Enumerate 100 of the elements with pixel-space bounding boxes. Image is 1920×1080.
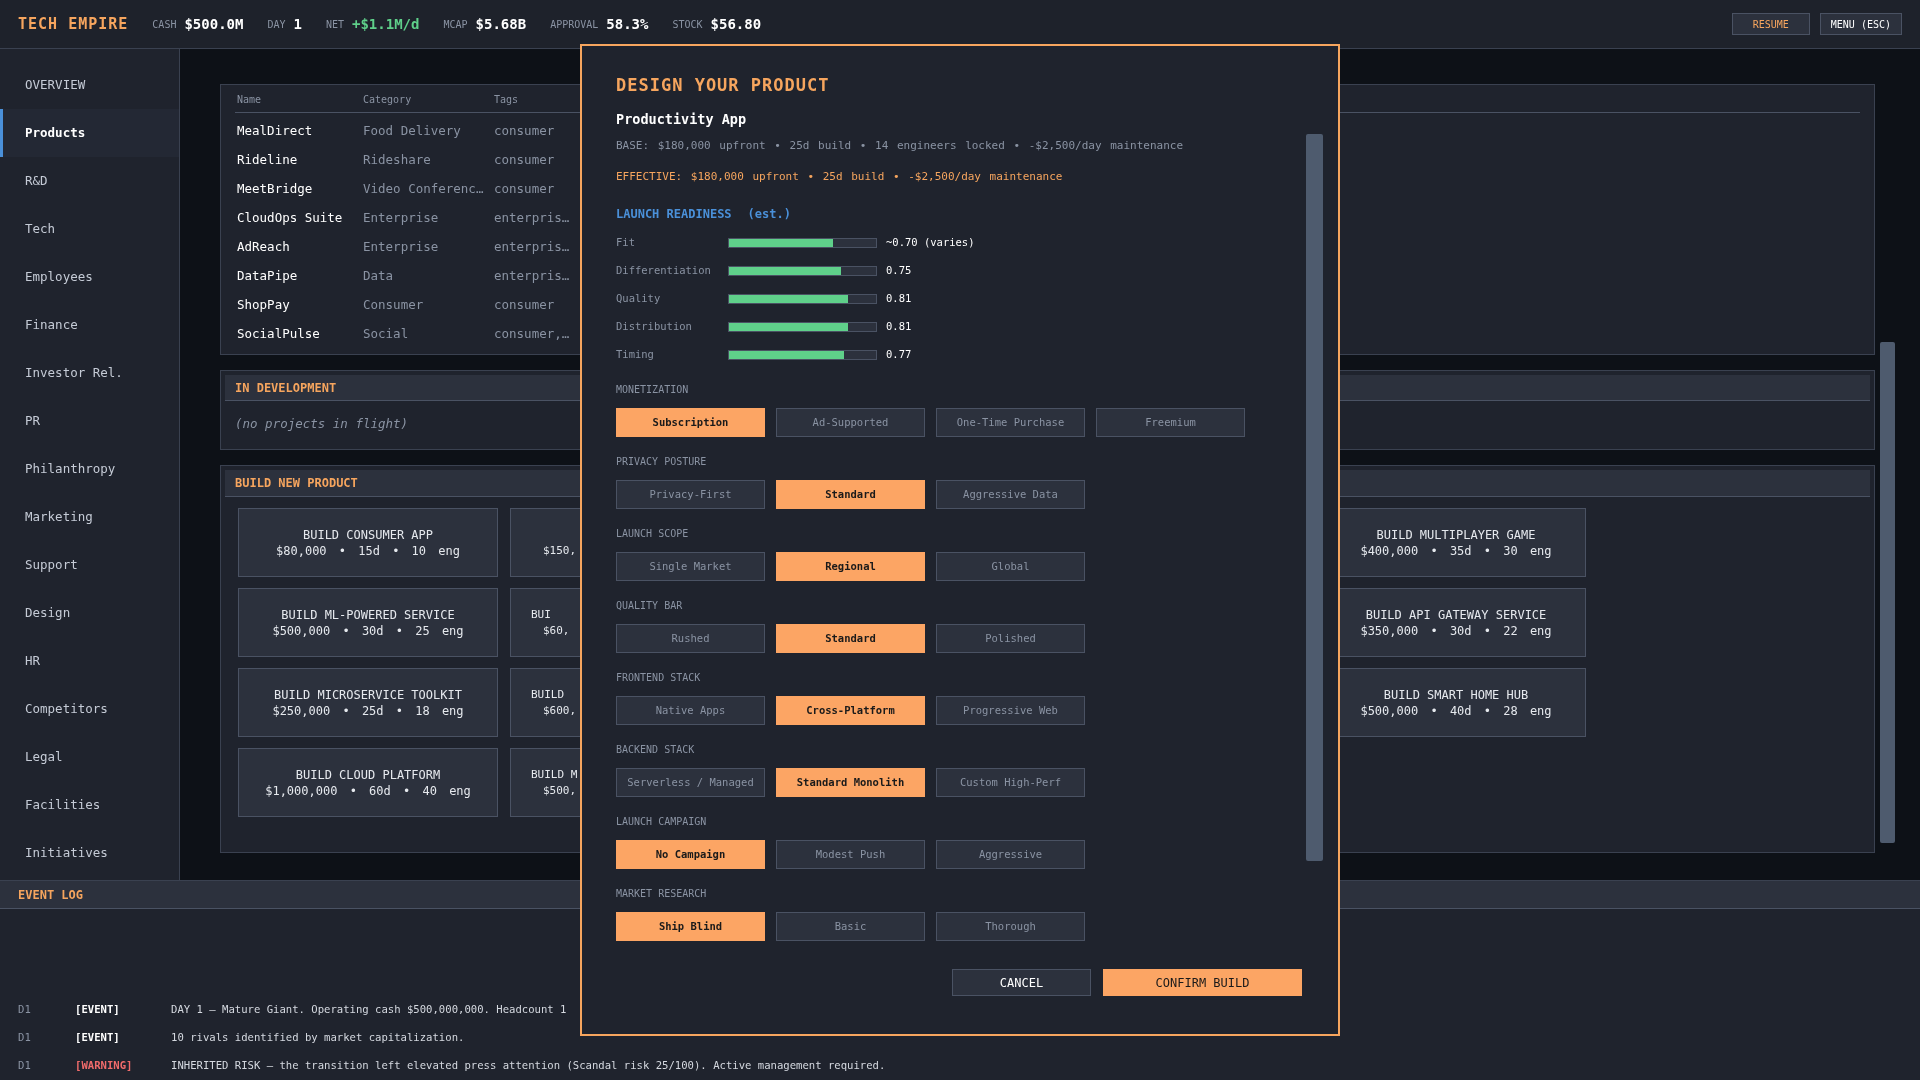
stat-value: +$1.1M/d — [352, 14, 420, 34]
metric-reading: ~0.70 (varies) — [886, 235, 975, 251]
dialog-title: DESIGN YOUR PRODUCT — [616, 74, 831, 97]
table-cell-text: Video Conferenc… — [363, 180, 485, 199]
stat-value: $500.0M — [184, 14, 244, 34]
option-button[interactable]: Single Market — [616, 552, 765, 582]
table-cell-text: Social — [363, 325, 410, 344]
stat-label: DAY — [267, 17, 286, 32]
stat-label: STOCK — [672, 17, 703, 32]
sidebar-item[interactable]: Marketing — [0, 493, 179, 541]
option-button[interactable]: No Campaign — [616, 840, 765, 870]
option-button[interactable]: Modest Push — [776, 840, 925, 870]
table-cell-text: consumer — [494, 122, 556, 141]
metric-label: Distribution — [616, 319, 693, 335]
table-cell-text: consumer,… — [494, 325, 571, 344]
sidebar-item[interactable]: Tech — [0, 205, 179, 253]
option-button[interactable]: Thorough — [936, 912, 1085, 942]
build-card[interactable]: BUILD MICROSERVICE TOOLKIT $250,000 • 25d • 18 eng — [238, 668, 498, 737]
table-cell-text: Rideline — [237, 151, 299, 170]
option-button[interactable]: Ship Blind — [616, 912, 765, 942]
build-card[interactable]: BUILD ML-POWERED SERVICE $500,000 • 30d • 25 eng — [238, 588, 498, 657]
sidebar-item[interactable]: Philanthropy — [0, 445, 179, 493]
stat-value: $5.68B — [475, 14, 527, 34]
sidebar-item[interactable]: HR — [0, 637, 179, 685]
build-card[interactable]: BUILD CLOUD PLATFORM $1,000,000 • 60d • 40 eng — [238, 748, 498, 817]
group-label: MARKET RESEARCH — [616, 887, 708, 902]
option-button[interactable]: Custom High-Perf — [936, 768, 1085, 798]
option-button[interactable]: Progressive Web — [936, 696, 1085, 726]
table-cell-text: Consumer — [363, 296, 425, 315]
effective-costs-text: EFFECTIVE: $180,000 upfront • 25d build • -$2,500/day maintenance — [616, 168, 1064, 185]
table-cell-text: enterpris… — [494, 209, 571, 228]
sidebar-item[interactable]: Design — [0, 589, 179, 637]
option-button[interactable]: Subscription — [616, 408, 765, 438]
menu-button[interactable]: MENU (ESC) — [1819, 13, 1902, 35]
base-costs-text: BASE: $180,000 upfront • 25d build • 14 engineers locked • -$2,500/day maintenance — [616, 138, 1185, 155]
metric-reading: 0.77 — [886, 347, 912, 363]
option-button[interactable]: Global — [936, 552, 1085, 582]
group-label: FRONTEND STACK — [616, 671, 702, 686]
table-cell-text: AdReach — [237, 238, 291, 257]
option-button[interactable]: One-Time Purchase — [936, 408, 1085, 438]
sidebar-item[interactable]: PR — [0, 397, 179, 445]
sidebar-item[interactable]: Products — [0, 109, 179, 157]
readiness-title: LAUNCH READINESS — [616, 206, 732, 224]
confirm-button[interactable]: CONFIRM BUILD — [1103, 969, 1302, 997]
table-cell-text: enterpris… — [494, 267, 571, 286]
group-label: LAUNCH CAMPAIGN — [616, 815, 708, 830]
table-cell-text: Food Delivery — [363, 122, 462, 141]
option-button[interactable]: Rushed — [616, 624, 765, 654]
cancel-button[interactable]: CANCEL — [952, 969, 1091, 997]
metric-label: Differentiation — [616, 263, 712, 279]
option-button[interactable]: Standard — [776, 624, 925, 654]
build-card[interactable]: BUILD CONSUMER APP $80,000 • 15d • 10 eng — [238, 508, 498, 577]
stat-label: APPROVAL — [550, 17, 599, 32]
sidebar-item[interactable]: Support — [0, 541, 179, 589]
sidebar-item[interactable]: Finance — [0, 301, 179, 349]
group-label: BACKEND STACK — [616, 743, 696, 758]
sidebar-item[interactable]: Investor Rel. — [0, 349, 179, 397]
resume-button[interactable]: RESUME — [1731, 13, 1810, 35]
sidebar-item[interactable]: Employees — [0, 253, 179, 301]
sidebar-item[interactable]: Competitors — [0, 685, 179, 733]
option-button[interactable]: Regional — [776, 552, 925, 582]
table-cell-text: Data — [363, 267, 395, 286]
table-cell-text: consumer — [494, 296, 556, 315]
option-button[interactable]: Basic — [776, 912, 925, 942]
table-cell-text: MealDirect — [237, 122, 314, 141]
stat-label: NET — [325, 17, 344, 32]
option-button[interactable]: Serverless / Managed — [616, 768, 765, 798]
option-button[interactable]: Standard — [776, 480, 925, 510]
group-label: LAUNCH SCOPE — [616, 527, 690, 542]
option-button[interactable]: Native Apps — [616, 696, 765, 726]
option-button[interactable]: Aggressive — [936, 840, 1085, 870]
metric-reading: 0.81 — [886, 291, 912, 307]
metric-reading: 0.75 — [886, 263, 912, 279]
log-tag: [WARNING] — [75, 1058, 171, 1074]
scrollbar-thumb[interactable] — [1306, 134, 1323, 861]
log-tag: [EVENT] — [75, 1030, 171, 1046]
option-button[interactable]: Privacy-First — [616, 480, 765, 510]
scrollbar-thumb[interactable] — [1880, 342, 1895, 843]
table-cell-text: consumer — [494, 151, 556, 170]
option-button[interactable]: Freemium — [1096, 408, 1245, 438]
sidebar-item[interactable]: Initiatives — [0, 829, 179, 877]
sidebar-item[interactable]: R&D — [0, 157, 179, 205]
sidebar-item[interactable]: OVERVIEW — [0, 61, 179, 109]
sidebar-item[interactable]: Facilities — [0, 781, 179, 829]
product-name: Productivity App — [616, 110, 748, 129]
option-button[interactable]: Ad-Supported — [776, 408, 925, 438]
table-cell-text: SocialPulse — [237, 325, 321, 344]
stat-label: MCAP — [443, 17, 468, 32]
table-cell-text: consumer — [494, 180, 556, 199]
stat-label: CASH — [152, 17, 177, 32]
option-button[interactable]: Standard Monolith — [776, 768, 925, 798]
sidebar-item[interactable]: Legal — [0, 733, 179, 781]
metric-reading: 0.81 — [886, 319, 912, 335]
option-button[interactable]: Polished — [936, 624, 1085, 654]
log-day: D1 — [0, 1058, 75, 1074]
group-label: PRIVACY POSTURE — [616, 455, 708, 470]
table-cell-text: Enterprise — [363, 209, 440, 228]
log-message: 10 rivals identified by market capitalization. — [171, 1030, 465, 1046]
option-button[interactable]: Aggressive Data — [936, 480, 1085, 510]
option-button[interactable]: Cross-Platform — [776, 696, 925, 726]
